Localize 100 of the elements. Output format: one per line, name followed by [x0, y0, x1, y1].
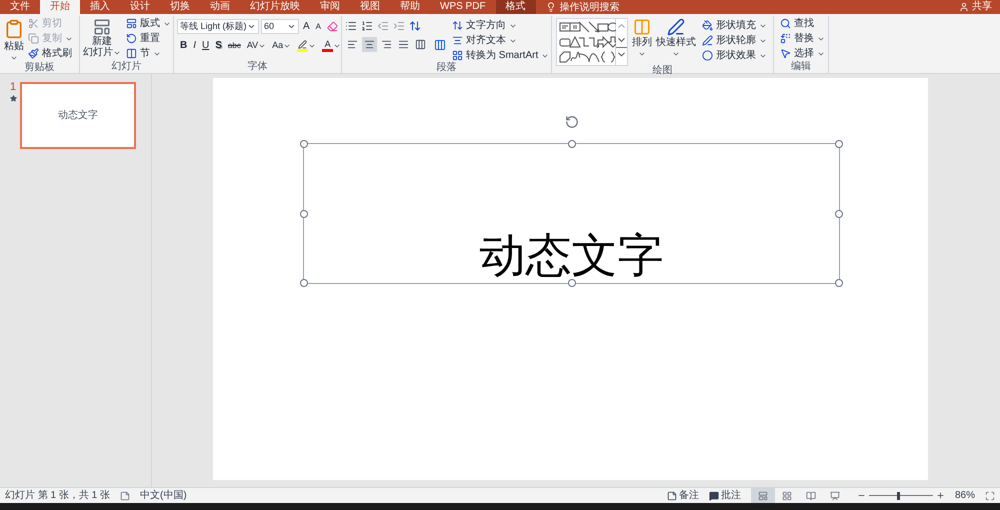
- shape-effects-button[interactable]: 形状效果: [700, 48, 769, 63]
- elbow-connector-icon[interactable]: [578, 36, 590, 48]
- caret-icon: [10, 54, 18, 62]
- ribbon-tab[interactable]: WPS PDF: [430, 0, 496, 14]
- view-button[interactable]: [750, 488, 775, 503]
- resize-handle[interactable]: [835, 279, 843, 287]
- curve-icon[interactable]: [588, 51, 600, 63]
- right-arrow-icon[interactable]: [597, 36, 609, 48]
- notes-icon: [666, 490, 677, 500]
- resize-handle[interactable]: [568, 140, 576, 148]
- ribbon-tab[interactable]: 开始: [40, 0, 80, 14]
- resize-handle[interactable]: [835, 210, 843, 218]
- underline-button[interactable]: U: [199, 38, 212, 53]
- ribbon-tab[interactable]: 视图: [350, 0, 390, 14]
- align-icon: [381, 39, 392, 50]
- ribbon-tab[interactable]: 动画: [200, 0, 240, 14]
- section-button[interactable]: 节: [124, 46, 173, 61]
- align-text-button[interactable]: 对齐文本: [450, 33, 552, 48]
- resize-handle[interactable]: [300, 210, 308, 218]
- font-name-field[interactable]: 等线 Light (标题): [177, 19, 259, 34]
- paste-button[interactable]: 粘贴: [4, 16, 24, 62]
- change-case-button[interactable]: Aa: [269, 38, 294, 53]
- line-spacing-icon[interactable]: [409, 20, 421, 32]
- down-arrow-icon[interactable]: [606, 36, 618, 48]
- vertical-text-box-icon[interactable]: [568, 21, 580, 33]
- line-icon[interactable]: [578, 21, 590, 33]
- bold-button[interactable]: B: [177, 38, 190, 53]
- arrange-icon: [633, 18, 651, 36]
- fit-slide-icon[interactable]: [985, 490, 995, 500]
- arrow-line-icon[interactable]: [588, 21, 600, 33]
- replace-icon: [780, 33, 791, 44]
- ribbon-tab[interactable]: 帮助: [390, 0, 430, 14]
- zoom-percent[interactable]: 86%: [954, 490, 975, 500]
- smartart-button[interactable]: 转换为 SmartArt: [450, 48, 552, 63]
- arrange-button[interactable]: 排列: [632, 18, 652, 66]
- freeform-icon[interactable]: [559, 51, 571, 63]
- layout-button[interactable]: 版式: [124, 16, 173, 31]
- scribble-icon[interactable]: [568, 51, 580, 63]
- view-icon: [830, 490, 840, 500]
- group-title: 字体: [248, 62, 268, 72]
- align-button[interactable]: [362, 37, 377, 52]
- font-color-button[interactable]: A: [319, 38, 344, 53]
- comments-button[interactable]: 批注: [708, 490, 741, 500]
- comment-icon: [708, 490, 719, 500]
- notes-button[interactable]: 备注: [666, 490, 699, 500]
- oval-icon[interactable]: [606, 21, 618, 33]
- slide-thumbnail[interactable]: 动态文字: [20, 82, 136, 149]
- language-label: 中文(中国): [140, 490, 187, 500]
- zoom-in-icon[interactable]: [936, 491, 945, 500]
- copy-icon: [28, 33, 39, 44]
- pointer-icon: [780, 48, 791, 59]
- grow-font-button[interactable]: A: [300, 19, 312, 34]
- ribbon-tab[interactable]: 审阅: [310, 0, 350, 14]
- triangle-icon[interactable]: [568, 36, 580, 48]
- ribbon-tab[interactable]: 设计: [120, 0, 160, 14]
- resize-handle[interactable]: [568, 279, 576, 287]
- reset-button[interactable]: 重置: [124, 31, 173, 46]
- paint-bucket-icon: [702, 20, 713, 31]
- ribbon-tab[interactable]: 切换: [160, 0, 200, 14]
- ribbon-tab[interactable]: 插入: [80, 0, 120, 14]
- resize-handle[interactable]: [300, 140, 308, 148]
- replace-button[interactable]: 替换: [778, 31, 824, 46]
- align-button[interactable]: [413, 37, 428, 52]
- ribbon-tab[interactable]: 文件: [0, 0, 40, 14]
- select-button[interactable]: 选择: [778, 46, 824, 61]
- find-button[interactable]: 查找: [778, 16, 824, 31]
- shape-outline-button[interactable]: 形状轮廓: [700, 33, 769, 48]
- person-icon: [959, 2, 969, 12]
- font-size-field[interactable]: 60: [260, 19, 299, 34]
- align-icon: [398, 39, 409, 50]
- layout-icon: [126, 18, 137, 29]
- group-title: 编辑: [791, 62, 811, 72]
- zoom-slider[interactable]: [868, 492, 933, 500]
- numbering-icon[interactable]: [361, 20, 373, 32]
- rounded-rectangle-icon[interactable]: [559, 36, 571, 48]
- clear-formatting-icon[interactable]: [327, 21, 338, 32]
- shrink-font-button[interactable]: A: [314, 20, 323, 32]
- shape-fill-button[interactable]: 形状填充: [700, 18, 769, 33]
- rotate-handle-icon[interactable]: [564, 115, 578, 129]
- text-box-icon[interactable]: [559, 21, 571, 33]
- quick-styles-button[interactable]: 快速样式: [656, 18, 696, 66]
- format-painter-button[interactable]: 格式刷: [26, 46, 75, 61]
- italic-button[interactable]: I: [190, 38, 200, 53]
- smartart-icon: [452, 50, 463, 61]
- character-spacing-button[interactable]: AV: [244, 38, 270, 53]
- shadow-button[interactable]: S: [212, 38, 225, 53]
- ribbon-tab[interactable]: 幻灯片放映: [240, 0, 310, 14]
- ribbon-tab[interactable]: 格式: [496, 0, 536, 14]
- strikethrough-button[interactable]: abc: [224, 38, 244, 53]
- elbow-arrow-icon[interactable]: [588, 36, 600, 48]
- columns-icon[interactable]: [434, 38, 446, 50]
- new-slide-button[interactable]: 新建 幻灯片: [83, 16, 121, 61]
- rectangle-icon[interactable]: [597, 21, 609, 33]
- resize-handle[interactable]: [300, 279, 308, 287]
- caret-icon: [672, 50, 680, 58]
- search-field[interactable]: 操作说明搜索: [560, 2, 650, 12]
- resize-handle[interactable]: [835, 140, 843, 148]
- share-button[interactable]: 共享: [951, 0, 1000, 14]
- arc-icon[interactable]: [578, 51, 590, 63]
- text-direction-button[interactable]: 文字方向: [450, 18, 552, 33]
